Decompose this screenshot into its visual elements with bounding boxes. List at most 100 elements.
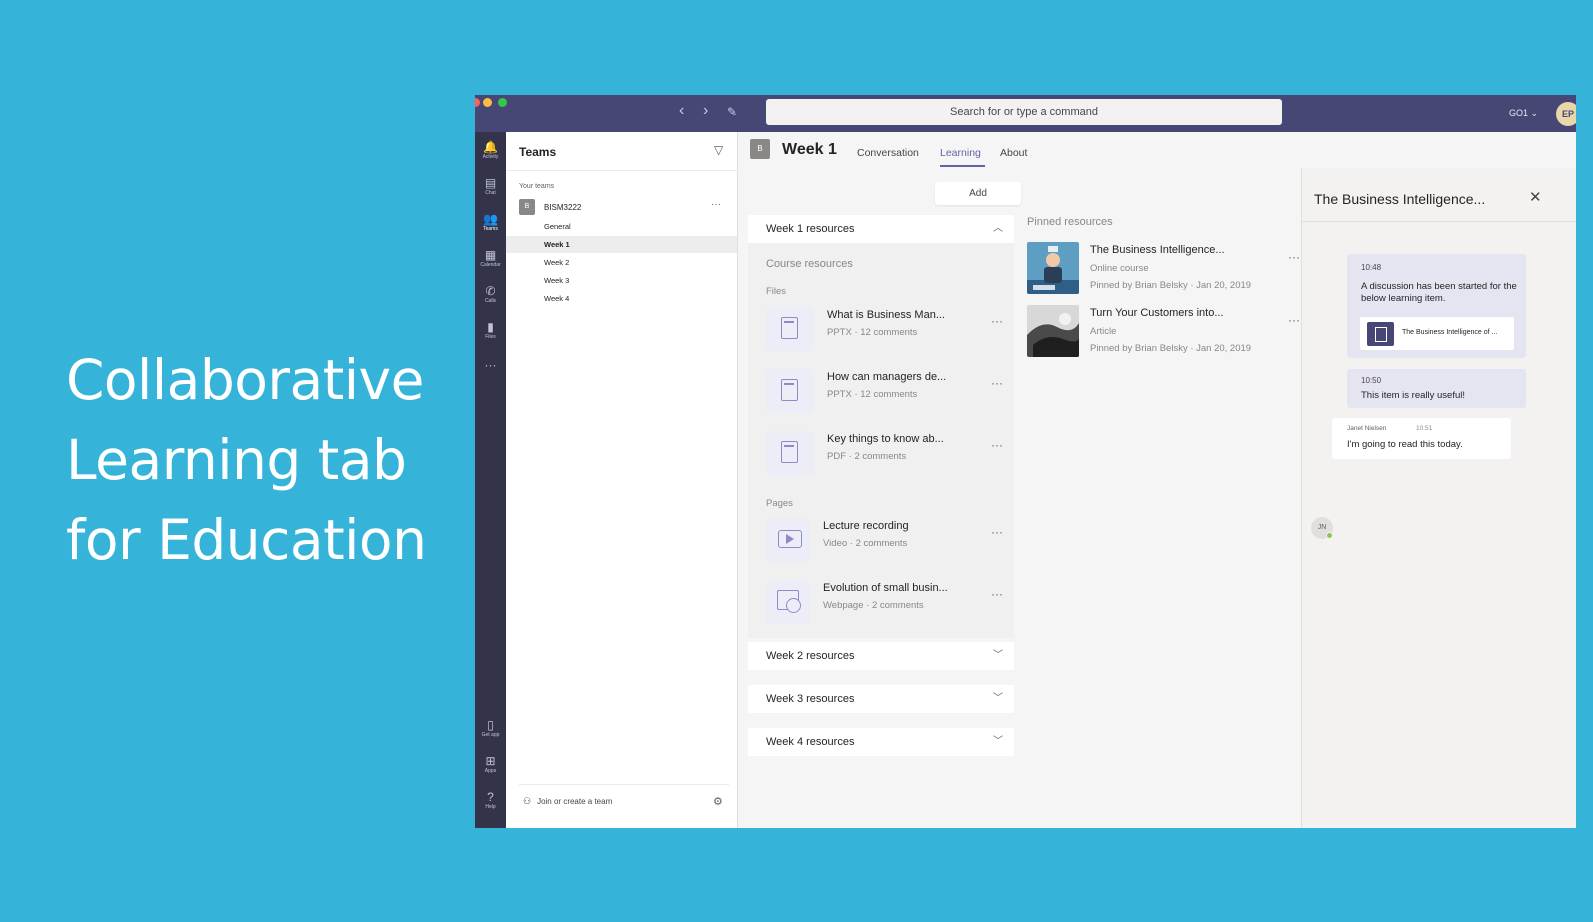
- team-name: BISM3222: [544, 203, 582, 212]
- chevron-down-icon: ﹀: [993, 693, 1003, 704]
- channel-avatar: B: [750, 139, 770, 159]
- pages-label: Pages: [766, 498, 793, 509]
- files-label: Files: [766, 286, 787, 297]
- message-text: A discussion has been started for the be…: [1361, 281, 1517, 304]
- attachment-card[interactable]: The Business Intelligence of ...: [1360, 317, 1514, 350]
- rail-chat[interactable]: ▤ Chat: [475, 176, 506, 197]
- message-bubble: 10:48 A discussion has been started for …: [1347, 254, 1526, 358]
- list-item[interactable]: What is Business Man... PPTX · 12 commen…: [766, 305, 1006, 353]
- more-icon[interactable]: ···: [991, 376, 1003, 390]
- item-meta: Webpage · 2 comments: [823, 600, 924, 611]
- teams-panel: Teams ▽ Your teams B BISM3222 ··· Genera…: [506, 132, 738, 828]
- item-title: Evolution of small busin...: [823, 582, 948, 594]
- tab-conversation[interactable]: Conversation: [857, 147, 919, 159]
- discussion-title: The Business Intelligence...: [1314, 191, 1486, 207]
- more-icon[interactable]: ···: [991, 587, 1003, 601]
- document-icon: [1367, 322, 1394, 346]
- list-item[interactable]: Lecture recording Video · 2 comments ···: [766, 516, 1006, 564]
- title-bar: ‹ › ✎ Search for or type a command GO1 ⌄…: [475, 95, 1576, 132]
- message-bubble: 10:50 This item is really useful!: [1347, 369, 1526, 408]
- close-window-button[interactable]: [475, 98, 480, 107]
- channel-week-3[interactable]: Week 3: [506, 272, 737, 289]
- join-label: Join or create a team: [537, 797, 613, 806]
- channel-general[interactable]: General: [506, 218, 737, 235]
- add-button[interactable]: Add: [935, 182, 1021, 205]
- channel-week-2[interactable]: Week 2: [506, 254, 737, 271]
- rail-activity[interactable]: 🔔 Activity: [475, 140, 506, 161]
- incoming-message: Janet Nielsen 10:51 I'm going to read th…: [1332, 418, 1511, 459]
- compose-icon[interactable]: ✎: [727, 105, 737, 119]
- join-team-button[interactable]: ⚇ Join or create a team: [523, 796, 612, 807]
- item-type: Online course: [1090, 263, 1149, 274]
- avatar[interactable]: EP: [1556, 102, 1576, 126]
- teams-window: ‹ › ✎ Search for or type a command GO1 ⌄…: [475, 95, 1576, 828]
- headline-line-1: Collaborative: [66, 348, 424, 412]
- more-icon[interactable]: ···: [711, 199, 721, 210]
- your-teams-label: Your teams: [519, 183, 555, 190]
- more-icon: ···: [484, 358, 497, 372]
- minimize-window-button[interactable]: [483, 98, 492, 107]
- list-item[interactable]: Key things to know ab... PDF · 2 comment…: [766, 429, 1006, 477]
- more-icon[interactable]: ···: [991, 314, 1003, 328]
- item-title: Lecture recording: [823, 520, 909, 532]
- team-avatar: B: [519, 199, 535, 215]
- rail-teams[interactable]: 👥 Teams: [475, 212, 506, 233]
- pinned-item[interactable]: The Business Intelligence... Online cour…: [1027, 242, 1300, 298]
- message-time: 10:48: [1361, 263, 1382, 272]
- channel-week-4[interactable]: Week 4: [506, 290, 737, 307]
- week-3-header[interactable]: Week 3 resources ﹀: [748, 685, 1014, 713]
- calendar-icon: ▦: [484, 248, 497, 262]
- gear-icon[interactable]: ⚙: [713, 795, 723, 808]
- item-title: Turn Your Customers into...: [1090, 307, 1224, 319]
- rail-more[interactable]: ···: [475, 358, 506, 372]
- back-icon[interactable]: ‹: [679, 102, 684, 120]
- teams-title: Teams: [519, 145, 557, 159]
- rail-help[interactable]: ? Help: [475, 790, 506, 811]
- teams-icon: 👥: [483, 212, 498, 226]
- headline: Collaborative Learning tab for Education: [66, 340, 466, 580]
- course-resources-label: Course resources: [766, 258, 853, 270]
- zoom-window-button[interactable]: [498, 98, 507, 107]
- message-author: Janet Nielsen: [1347, 425, 1387, 432]
- command-search[interactable]: Search for or type a command: [766, 99, 1282, 125]
- pinned-item[interactable]: Turn Your Customers into... Article Pinn…: [1027, 305, 1300, 361]
- help-icon: ?: [487, 790, 494, 804]
- rail-apps[interactable]: ⊞ Apps: [475, 754, 506, 775]
- org-switcher[interactable]: GO1 ⌄: [1509, 108, 1538, 119]
- more-icon[interactable]: ···: [991, 525, 1003, 539]
- chevron-down-icon: ﹀: [993, 736, 1003, 747]
- mobile-icon: ▯: [487, 718, 494, 732]
- item-meta: PDF · 2 comments: [827, 451, 907, 462]
- list-item[interactable]: Evolution of small busin... Webpage · 2 …: [766, 578, 1006, 626]
- rail-calendar[interactable]: ▦ Calendar: [475, 248, 506, 269]
- more-icon[interactable]: ···: [1288, 313, 1300, 327]
- week-2-label: Week 2 resources: [766, 650, 855, 662]
- rail-calls[interactable]: ✆ Calls: [475, 284, 506, 305]
- team-row[interactable]: B BISM3222 ···: [519, 199, 729, 217]
- more-icon[interactable]: ···: [991, 438, 1003, 452]
- item-title: What is Business Man...: [827, 309, 945, 321]
- phone-icon: ✆: [485, 284, 496, 298]
- item-title: How can managers de...: [827, 371, 947, 383]
- tab-about[interactable]: About: [1000, 147, 1027, 159]
- rail-get-app[interactable]: ▯ Get app: [475, 718, 506, 739]
- forward-icon[interactable]: ›: [703, 102, 708, 120]
- filter-icon[interactable]: ▽: [714, 143, 723, 157]
- more-icon[interactable]: ···: [1288, 250, 1300, 264]
- week-3-label: Week 3 resources: [766, 693, 855, 705]
- week-4-header[interactable]: Week 4 resources ﹀: [748, 728, 1014, 756]
- week-2-header[interactable]: Week 2 resources ﹀: [748, 642, 1014, 670]
- close-icon[interactable]: ✕: [1529, 188, 1542, 206]
- page-title: Week 1: [782, 141, 837, 158]
- week-1-header[interactable]: Week 1 resources ︿: [748, 215, 1014, 243]
- item-meta: PPTX · 12 comments: [827, 389, 918, 400]
- channel-week-1[interactable]: Week 1: [506, 236, 737, 253]
- list-item[interactable]: How can managers de... PPTX · 12 comment…: [766, 367, 1006, 415]
- item-title: The Business Intelligence...: [1090, 244, 1225, 256]
- rail-files[interactable]: ▮ Files: [475, 320, 506, 341]
- week-4-label: Week 4 resources: [766, 736, 855, 748]
- article-thumbnail: [1027, 305, 1079, 357]
- chevron-down-icon: ﹀: [993, 650, 1003, 661]
- divider: [1302, 221, 1576, 222]
- tab-learning[interactable]: Learning: [940, 147, 981, 159]
